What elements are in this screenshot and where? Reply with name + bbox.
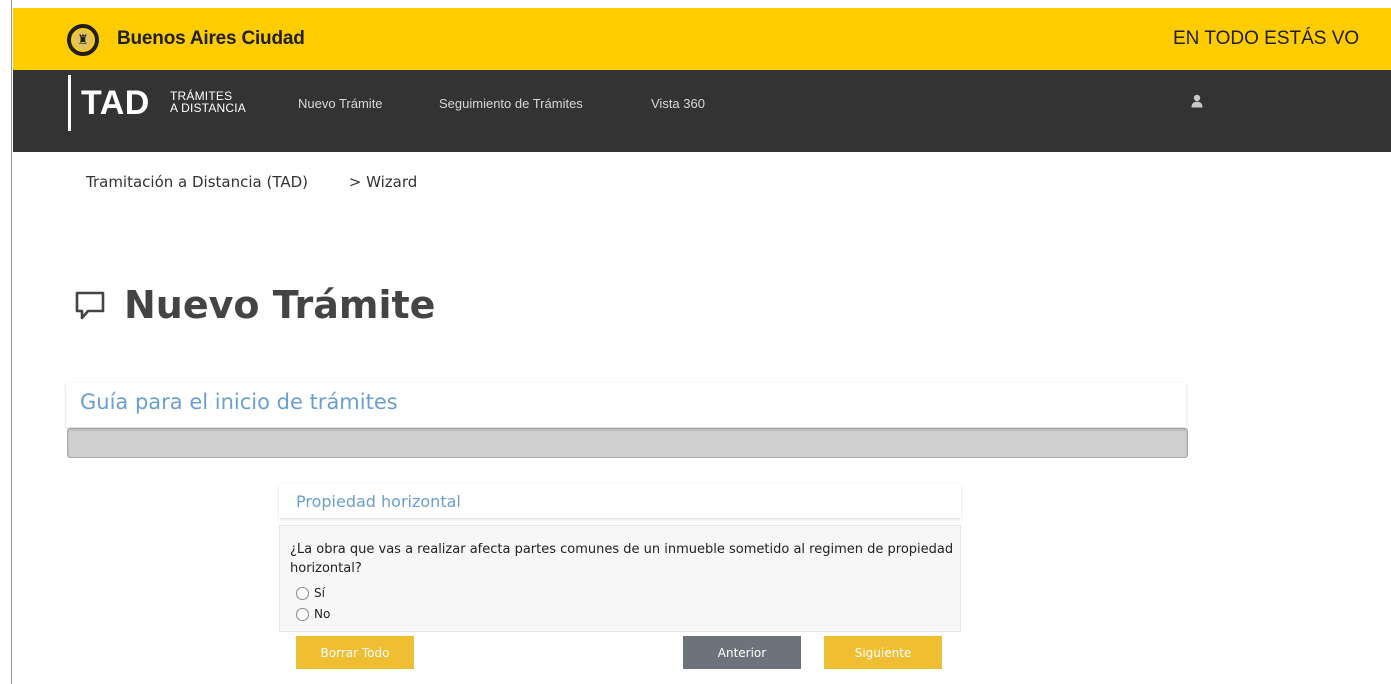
option-no-label: No: [314, 607, 331, 621]
section-title: Propiedad horizontal: [296, 492, 461, 511]
tad-logo-subtitle: TRÁMITES A DISTANCIA: [170, 90, 246, 114]
chat-bubble-icon: [75, 291, 105, 320]
tad-logo[interactable]: TAD: [81, 84, 150, 123]
window-left-edge: [0, 0, 12, 684]
guide-title: Guía para el inicio de trámites: [80, 390, 398, 414]
window-top-edge: [0, 0, 1391, 8]
question-box: ¿La obra que vas a realizar afecta parte…: [279, 525, 961, 632]
question-text: ¿La obra que vas a realizar afecta parte…: [290, 542, 954, 576]
breadcrumb-current: > Wizard: [348, 173, 418, 191]
tad-logo-subtitle-line2: A DISTANCIA: [170, 101, 246, 115]
page-title: Nuevo Trámite: [124, 283, 436, 327]
nav-nuevo-tramite[interactable]: Nuevo Trámite: [298, 96, 383, 111]
radio-si[interactable]: [296, 586, 309, 600]
guide-header: Guía para el inicio de trámites: [66, 383, 1186, 427]
breadcrumb: Tramitación a Distancia (TAD) > Wizard: [86, 173, 417, 191]
logo-divider: [68, 75, 71, 131]
breadcrumb-root[interactable]: Tramitación a Distancia (TAD): [86, 173, 308, 191]
wizard-progress-bar: [67, 428, 1188, 458]
nav-seguimiento-tramites[interactable]: Seguimiento de Trámites: [439, 96, 583, 111]
brand-name[interactable]: Buenos Aires Ciudad: [117, 28, 305, 50]
buenos-aires-shield-icon[interactable]: ♜: [67, 24, 99, 56]
next-button[interactable]: Siguiente: [824, 636, 942, 669]
radio-no[interactable]: [296, 607, 309, 621]
header-slogan: EN TODO ESTÁS VO: [1173, 28, 1360, 49]
option-no[interactable]: No: [296, 607, 330, 621]
option-si[interactable]: Sí: [296, 586, 325, 600]
option-si-label: Sí: [314, 586, 325, 600]
previous-button[interactable]: Anterior: [683, 636, 801, 669]
section-header: Propiedad horizontal: [279, 484, 961, 518]
user-icon[interactable]: [1191, 94, 1203, 108]
clear-all-button[interactable]: Borrar Todo: [296, 636, 414, 669]
city-header: ♜ Buenos Aires Ciudad EN TODO ESTÁS VO: [13, 8, 1391, 70]
main-navbar: TAD TRÁMITES A DISTANCIA Nuevo Trámite S…: [13, 70, 1391, 152]
nav-vista-360[interactable]: Vista 360: [651, 96, 705, 111]
